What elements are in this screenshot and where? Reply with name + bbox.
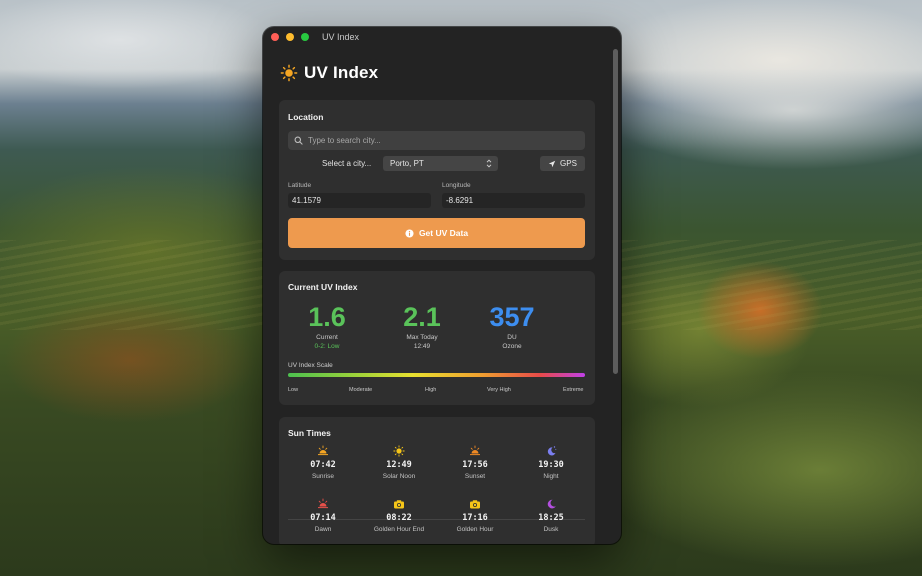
longitude-label: Longitude bbox=[442, 182, 471, 189]
camera-icon bbox=[470, 500, 480, 509]
sunset-icon bbox=[470, 445, 480, 456]
get-uv-data-button[interactable]: Get UV Data bbox=[288, 218, 585, 248]
latitude-label: Latitude bbox=[288, 182, 312, 189]
max-today-time: 12:49 bbox=[413, 343, 431, 350]
dusk-label: Dusk bbox=[543, 526, 559, 533]
sunset-label: Sunset bbox=[464, 473, 486, 480]
chevron-up-down-icon bbox=[486, 159, 492, 168]
sun-time-night: 19:30 Night bbox=[513, 445, 589, 480]
zoom-window-button[interactable] bbox=[301, 33, 309, 41]
location-card: Location Select a city... Porto, PT GPS … bbox=[279, 100, 595, 260]
sun-time-solar-noon: 12:49 Solar Noon bbox=[361, 445, 437, 480]
city-select-value: Porto, PT bbox=[390, 159, 424, 168]
app-window: UV Index UV Index Location Select a city… bbox=[263, 27, 621, 544]
scrollbar[interactable] bbox=[613, 49, 618, 374]
gps-button[interactable]: GPS bbox=[540, 156, 585, 171]
camera-icon bbox=[394, 500, 404, 509]
scale-tick-low: Low bbox=[288, 387, 299, 393]
close-window-button[interactable] bbox=[271, 33, 279, 41]
current-uv-card: Current UV Index 1.6 Current 0-2: Low 2.… bbox=[279, 271, 595, 405]
dusk-time: 18:25 bbox=[538, 513, 564, 523]
sun-times-card: Sun Times 07:42 Sunrise 12:49 Solar Noon… bbox=[279, 417, 595, 544]
sun-time-dusk: 18:25 Dusk bbox=[513, 498, 589, 533]
max-today-label: Max Today bbox=[406, 334, 438, 341]
sun-time-sunset: 17:56 Sunset bbox=[437, 445, 513, 480]
sun-icon bbox=[280, 64, 298, 82]
wallpaper-fog bbox=[600, 70, 922, 170]
night-label: Night bbox=[543, 473, 559, 480]
solar-noon-label: Solar Noon bbox=[382, 473, 416, 480]
night-time: 19:30 bbox=[538, 460, 564, 470]
sun-time-golden-hour: 17:16 Golden Hour bbox=[437, 498, 513, 533]
info-icon bbox=[405, 228, 414, 238]
sunrise-time: 07:42 bbox=[310, 460, 336, 470]
scale-tick-very-high: Very High bbox=[487, 387, 511, 393]
gps-button-label: GPS bbox=[560, 159, 577, 168]
max-today-value: 2.1 bbox=[403, 302, 441, 332]
current-uv-value: 1.6 bbox=[308, 302, 346, 332]
uv-scale-bar bbox=[288, 373, 585, 377]
sunrise-icon bbox=[318, 445, 328, 456]
window-title: UV Index bbox=[322, 32, 360, 42]
sun-time-sunrise: 07:42 Sunrise bbox=[285, 445, 361, 480]
current-uv-title: Current UV Index bbox=[288, 282, 358, 292]
get-uv-data-label: Get UV Data bbox=[418, 228, 469, 238]
location-arrow-icon bbox=[548, 160, 556, 167]
moon-icon bbox=[547, 499, 556, 509]
sunset-time: 17:56 bbox=[462, 460, 488, 470]
city-select-label: Select a city... bbox=[322, 159, 372, 168]
solar-noon-time: 12:49 bbox=[386, 460, 412, 470]
golden-hour-end-label: Golden Hour End bbox=[373, 526, 425, 533]
latitude-field[interactable]: 41.1579 bbox=[288, 193, 431, 208]
sun-time-golden-hour-end: 08:22 Golden Hour End bbox=[361, 498, 437, 533]
current-uv-label: Current bbox=[316, 334, 338, 341]
longitude-field[interactable]: -8.6291 bbox=[442, 193, 585, 208]
moon-stars-icon bbox=[547, 446, 557, 456]
sun-times-title: Sun Times bbox=[288, 428, 331, 438]
golden-hour-time: 17:16 bbox=[462, 513, 488, 523]
ozone-label: Ozone bbox=[502, 343, 522, 350]
dawn-time: 07:14 bbox=[310, 513, 336, 523]
max-today-metric: 2.1 Max Today 12:49 bbox=[377, 303, 467, 350]
app-header: UV Index bbox=[280, 63, 378, 83]
scale-tick-high: High bbox=[425, 387, 437, 393]
ozone-unit: DU bbox=[507, 334, 517, 341]
city-select[interactable]: Porto, PT bbox=[383, 156, 498, 171]
current-uv-category: 0-2: Low bbox=[314, 343, 340, 350]
title-bar: UV Index bbox=[263, 27, 621, 47]
city-search-input[interactable] bbox=[308, 136, 568, 145]
city-search-field[interactable] bbox=[288, 131, 585, 150]
search-icon bbox=[294, 136, 303, 145]
page-title: UV Index bbox=[304, 63, 379, 82]
sun-icon bbox=[393, 445, 405, 457]
scale-tick-moderate: Moderate bbox=[349, 387, 373, 393]
ozone-value: 357 bbox=[489, 302, 535, 332]
scale-tick-extreme: Extreme bbox=[563, 387, 584, 393]
location-title: Location bbox=[288, 112, 324, 122]
current-uv-metric: 1.6 Current 0-2: Low bbox=[282, 303, 372, 350]
golden-hour-label: Golden Hour bbox=[456, 526, 494, 533]
dawn-icon bbox=[318, 498, 328, 509]
dawn-label: Dawn bbox=[314, 526, 332, 533]
golden-hour-end-time: 08:22 bbox=[386, 513, 412, 523]
ozone-metric: 357 DU Ozone bbox=[467, 303, 557, 350]
uv-scale-label: UV Index Scale bbox=[288, 362, 333, 369]
sunrise-label: Sunrise bbox=[311, 473, 335, 480]
minimize-window-button[interactable] bbox=[286, 33, 294, 41]
sun-time-dawn: 07:14 Dawn bbox=[285, 498, 361, 533]
